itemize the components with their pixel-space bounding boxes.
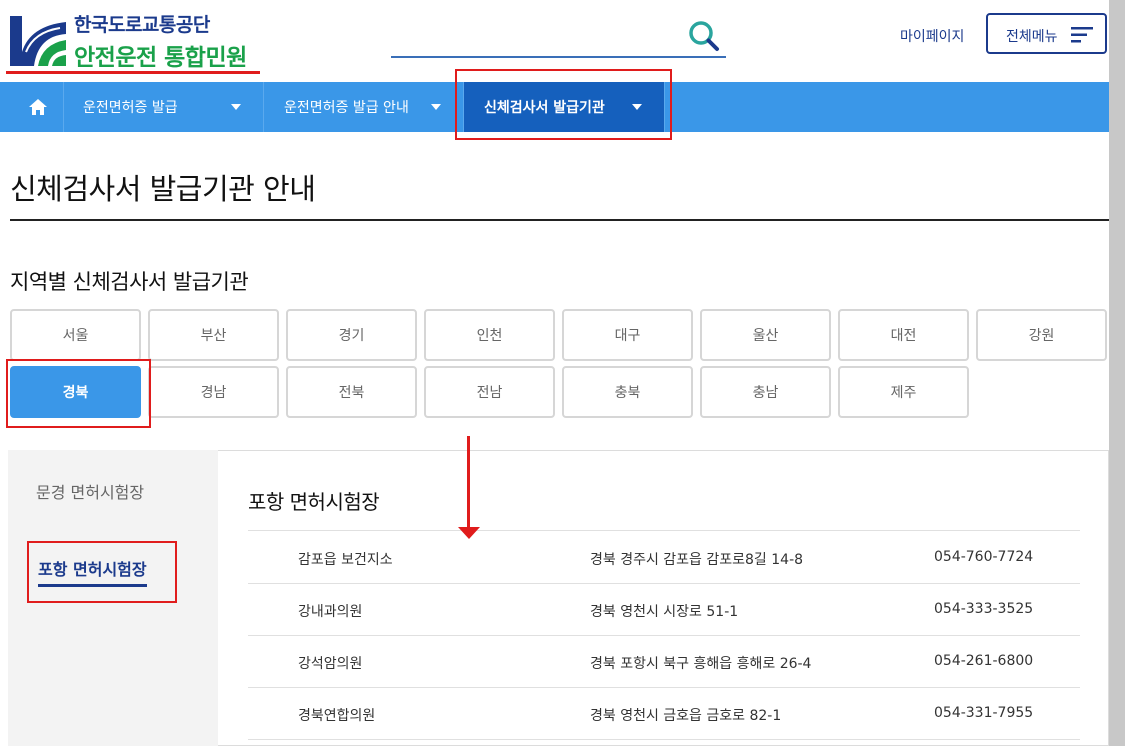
region-button[interactable]: 경남 xyxy=(148,366,279,418)
home-icon xyxy=(29,99,47,115)
region-button[interactable]: 대구 xyxy=(562,309,693,361)
selected-underline xyxy=(38,584,147,587)
nav-item-label: 신체검사서 발급기관 xyxy=(484,100,605,116)
region-button[interactable]: 경기 xyxy=(286,309,417,361)
region-button[interactable]: 울산 xyxy=(700,309,831,361)
chevron-down-icon xyxy=(231,104,241,110)
content-title: 포항 면허시험장 xyxy=(248,490,380,514)
nav-item-license-guide[interactable]: 운전면허증 발급 안내 xyxy=(264,82,464,132)
table-row: 강석암의원 경북 포항시 북구 흥해읍 흥해로 26-4 054-261-680… xyxy=(248,635,1080,688)
nav-item-license-issue[interactable]: 운전면허증 발급 xyxy=(63,82,264,132)
logo-icon[interactable] xyxy=(8,12,68,70)
institution-phone[interactable]: 054-760-7724 xyxy=(934,549,1033,565)
title-divider xyxy=(10,219,1109,221)
region-button-selected[interactable]: 경북 xyxy=(10,366,141,418)
institution-phone[interactable]: 054-333-3525 xyxy=(934,601,1033,617)
section-title: 지역별 신체검사서 발급기관 xyxy=(10,270,249,294)
nav-item-label: 운전면허증 발급 안내 xyxy=(284,100,409,116)
table-row: 강내과의원 경북 영천시 시장로 51-1 054-333-3525 xyxy=(248,583,1080,636)
service-name[interactable]: 안전운전 통합민원 xyxy=(74,38,247,72)
all-menu-label: 전체메뉴 xyxy=(1006,29,1058,45)
region-button[interactable]: 전북 xyxy=(286,366,417,418)
nav-home-button[interactable] xyxy=(13,82,64,132)
institution-phone[interactable]: 054-331-7955 xyxy=(934,705,1033,721)
arrow-down-icon xyxy=(458,527,480,539)
nav-item-medical-institutions[interactable]: 신체검사서 발급기관 xyxy=(464,82,665,132)
search-icon[interactable] xyxy=(686,18,722,54)
annotation-arrow-line xyxy=(467,436,470,530)
page: 한국도로교통공단 안전운전 통합민원 마이페이지 전체메뉴 운전면허증 발급 운… xyxy=(0,0,1109,746)
institution-address: 경북 영천시 금호읍 금호로 82-1 xyxy=(590,708,782,724)
org-name[interactable]: 한국도로교통공단 xyxy=(74,10,210,37)
institution-name: 강내과의원 xyxy=(298,604,363,620)
region-button[interactable]: 인천 xyxy=(424,309,555,361)
institution-address: 경북 포항시 북구 흥해읍 흥해로 26-4 xyxy=(590,656,812,672)
chevron-down-icon xyxy=(632,104,642,110)
region-button[interactable]: 대전 xyxy=(838,309,969,361)
side-menu-item-selected[interactable]: 포항 면허시험장 xyxy=(38,556,147,587)
page-title: 신체검사서 발급기관 안내 xyxy=(10,172,316,206)
side-menu-item-label: 포항 면허시험장 xyxy=(38,560,147,579)
region-button[interactable]: 강원 xyxy=(976,309,1107,361)
table-row: 경북연합의원 경북 영천시 금호읍 금호로 82-1 054-331-7955 xyxy=(248,687,1080,740)
institution-address: 경북 경주시 감포읍 감포로8길 14-8 xyxy=(590,552,804,568)
main-nav: 운전면허증 발급 운전면허증 발급 안내 신체검사서 발급기관 xyxy=(0,82,1109,132)
mypage-link[interactable]: 마이페이지 xyxy=(900,26,964,46)
region-button[interactable]: 서울 xyxy=(10,309,141,361)
region-button[interactable]: 부산 xyxy=(148,309,279,361)
annotation-underline xyxy=(6,71,260,74)
region-button[interactable]: 충북 xyxy=(562,366,693,418)
search-box xyxy=(391,18,726,58)
institution-name: 경북연합의원 xyxy=(298,708,376,724)
institution-address: 경북 영천시 시장로 51-1 xyxy=(590,604,739,620)
institution-name: 강석암의원 xyxy=(298,656,363,672)
search-input[interactable] xyxy=(391,22,685,54)
hamburger-icon xyxy=(1071,27,1093,43)
side-menu-item[interactable]: 문경 면허시험장 xyxy=(36,479,144,503)
region-button[interactable]: 충남 xyxy=(700,366,831,418)
chevron-down-icon xyxy=(431,104,441,110)
region-button[interactable]: 제주 xyxy=(838,366,969,418)
all-menu-button[interactable]: 전체메뉴 xyxy=(986,13,1107,54)
institution-phone[interactable]: 054-261-6800 xyxy=(934,653,1033,669)
window-edge xyxy=(1109,0,1125,746)
table-row: 감포읍 보건지소 경북 경주시 감포읍 감포로8길 14-8 054-760-7… xyxy=(248,531,1080,584)
region-button[interactable]: 전남 xyxy=(424,366,555,418)
nav-item-label: 운전면허증 발급 xyxy=(83,100,178,116)
site-header: 한국도로교통공단 안전운전 통합민원 마이페이지 전체메뉴 xyxy=(0,0,1109,82)
institution-name: 감포읍 보건지소 xyxy=(298,552,393,568)
